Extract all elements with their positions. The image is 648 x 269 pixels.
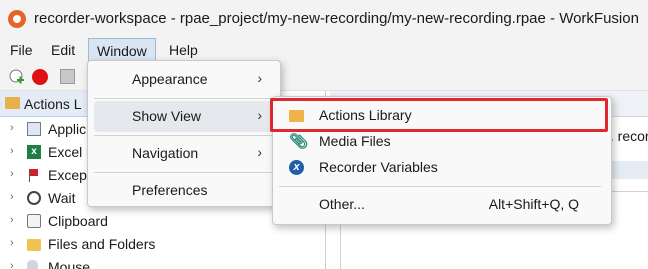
submenu-arrow-icon: › <box>257 107 262 123</box>
chevron-right-icon[interactable]: › <box>10 237 14 249</box>
paperclip-icon: 📎︎ <box>289 133 309 150</box>
submenu-arrow-icon: › <box>257 144 262 160</box>
chevron-right-icon[interactable]: › <box>10 122 14 134</box>
submenu-arrow-icon: › <box>257 70 262 86</box>
menu-item-recorder-variables[interactable]: x Recorder Variables <box>279 155 607 181</box>
menu-item-navigation[interactable]: Navigation › <box>94 138 276 169</box>
clock-icon <box>27 191 41 205</box>
excel-icon: x <box>27 145 41 159</box>
editor-tab-label[interactable]: t. recor <box>606 128 648 144</box>
menu-item-preferences[interactable]: Preferences <box>94 175 276 206</box>
window-menu: Appearance › Show View › Navigation › Pr… <box>87 60 281 207</box>
tree-item-files-and-folders[interactable]: › Files and Folders <box>0 234 320 257</box>
menu-item-media-files[interactable]: 📎︎ Media Files <box>279 129 607 155</box>
menu-item-label: Show View <box>132 108 202 124</box>
chevron-right-icon[interactable]: › <box>10 191 14 203</box>
tree-item-label: Mouse <box>48 259 91 269</box>
menu-item-label: Preferences <box>132 182 208 198</box>
menu-item-appearance[interactable]: Appearance › <box>94 64 276 95</box>
application-icon <box>27 122 41 136</box>
mouse-icon <box>27 260 38 269</box>
save-icon[interactable] <box>60 69 75 84</box>
chevron-right-icon[interactable]: › <box>10 214 14 226</box>
menu-item-shortcut: Alt+Shift+Q, Q <box>488 196 579 212</box>
actions-library-tab-label: Actions L <box>24 96 82 112</box>
title-bar: recorder-workspace - rpae_project/my-new… <box>0 0 648 38</box>
menu-edit[interactable]: Edit <box>51 42 75 58</box>
tree-item-label: Files and Folders <box>48 236 156 252</box>
menu-file[interactable]: File <box>10 42 33 58</box>
flag-icon <box>27 168 41 182</box>
chevron-right-icon[interactable]: › <box>10 168 14 180</box>
tree-item-mouse[interactable]: › Mouse <box>0 257 320 269</box>
window-title: recorder-workspace - rpae_project/my-new… <box>34 10 639 27</box>
add-recording-icon[interactable] <box>9 69 25 85</box>
tree-item-label: Excel <box>48 144 83 160</box>
clipboard-icon <box>27 214 41 228</box>
menu-item-other[interactable]: Other... Alt+Shift+Q, Q <box>279 192 607 218</box>
menu-item-label: Recorder Variables <box>319 159 438 175</box>
workfusion-app-icon <box>8 10 26 28</box>
menu-item-label: Appearance <box>132 71 208 87</box>
menu-help[interactable]: Help <box>169 42 198 58</box>
folder-icon <box>5 97 20 109</box>
tree-item-label: Wait <box>48 190 76 206</box>
editor-header-strip <box>606 161 648 179</box>
tree-item-label: Excep <box>48 167 87 183</box>
menu-item-label: Navigation <box>132 145 199 161</box>
menu-separator <box>279 186 601 187</box>
variable-icon: x <box>289 160 304 175</box>
tree-item-label: Applic <box>48 121 87 137</box>
tree-item-label: Clipboard <box>48 213 108 229</box>
record-button-icon[interactable] <box>32 69 48 85</box>
chevron-right-icon[interactable]: › <box>10 260 14 269</box>
menu-item-show-view[interactable]: Show View › <box>94 101 276 132</box>
menu-separator <box>94 135 276 136</box>
menu-separator <box>94 98 276 99</box>
menu-separator <box>94 172 276 173</box>
folder-icon <box>27 239 41 251</box>
chevron-right-icon[interactable]: › <box>10 145 14 157</box>
menu-item-label: Media Files <box>319 133 391 149</box>
highlight-annotation <box>270 98 608 132</box>
menu-item-label: Other... <box>319 196 365 212</box>
